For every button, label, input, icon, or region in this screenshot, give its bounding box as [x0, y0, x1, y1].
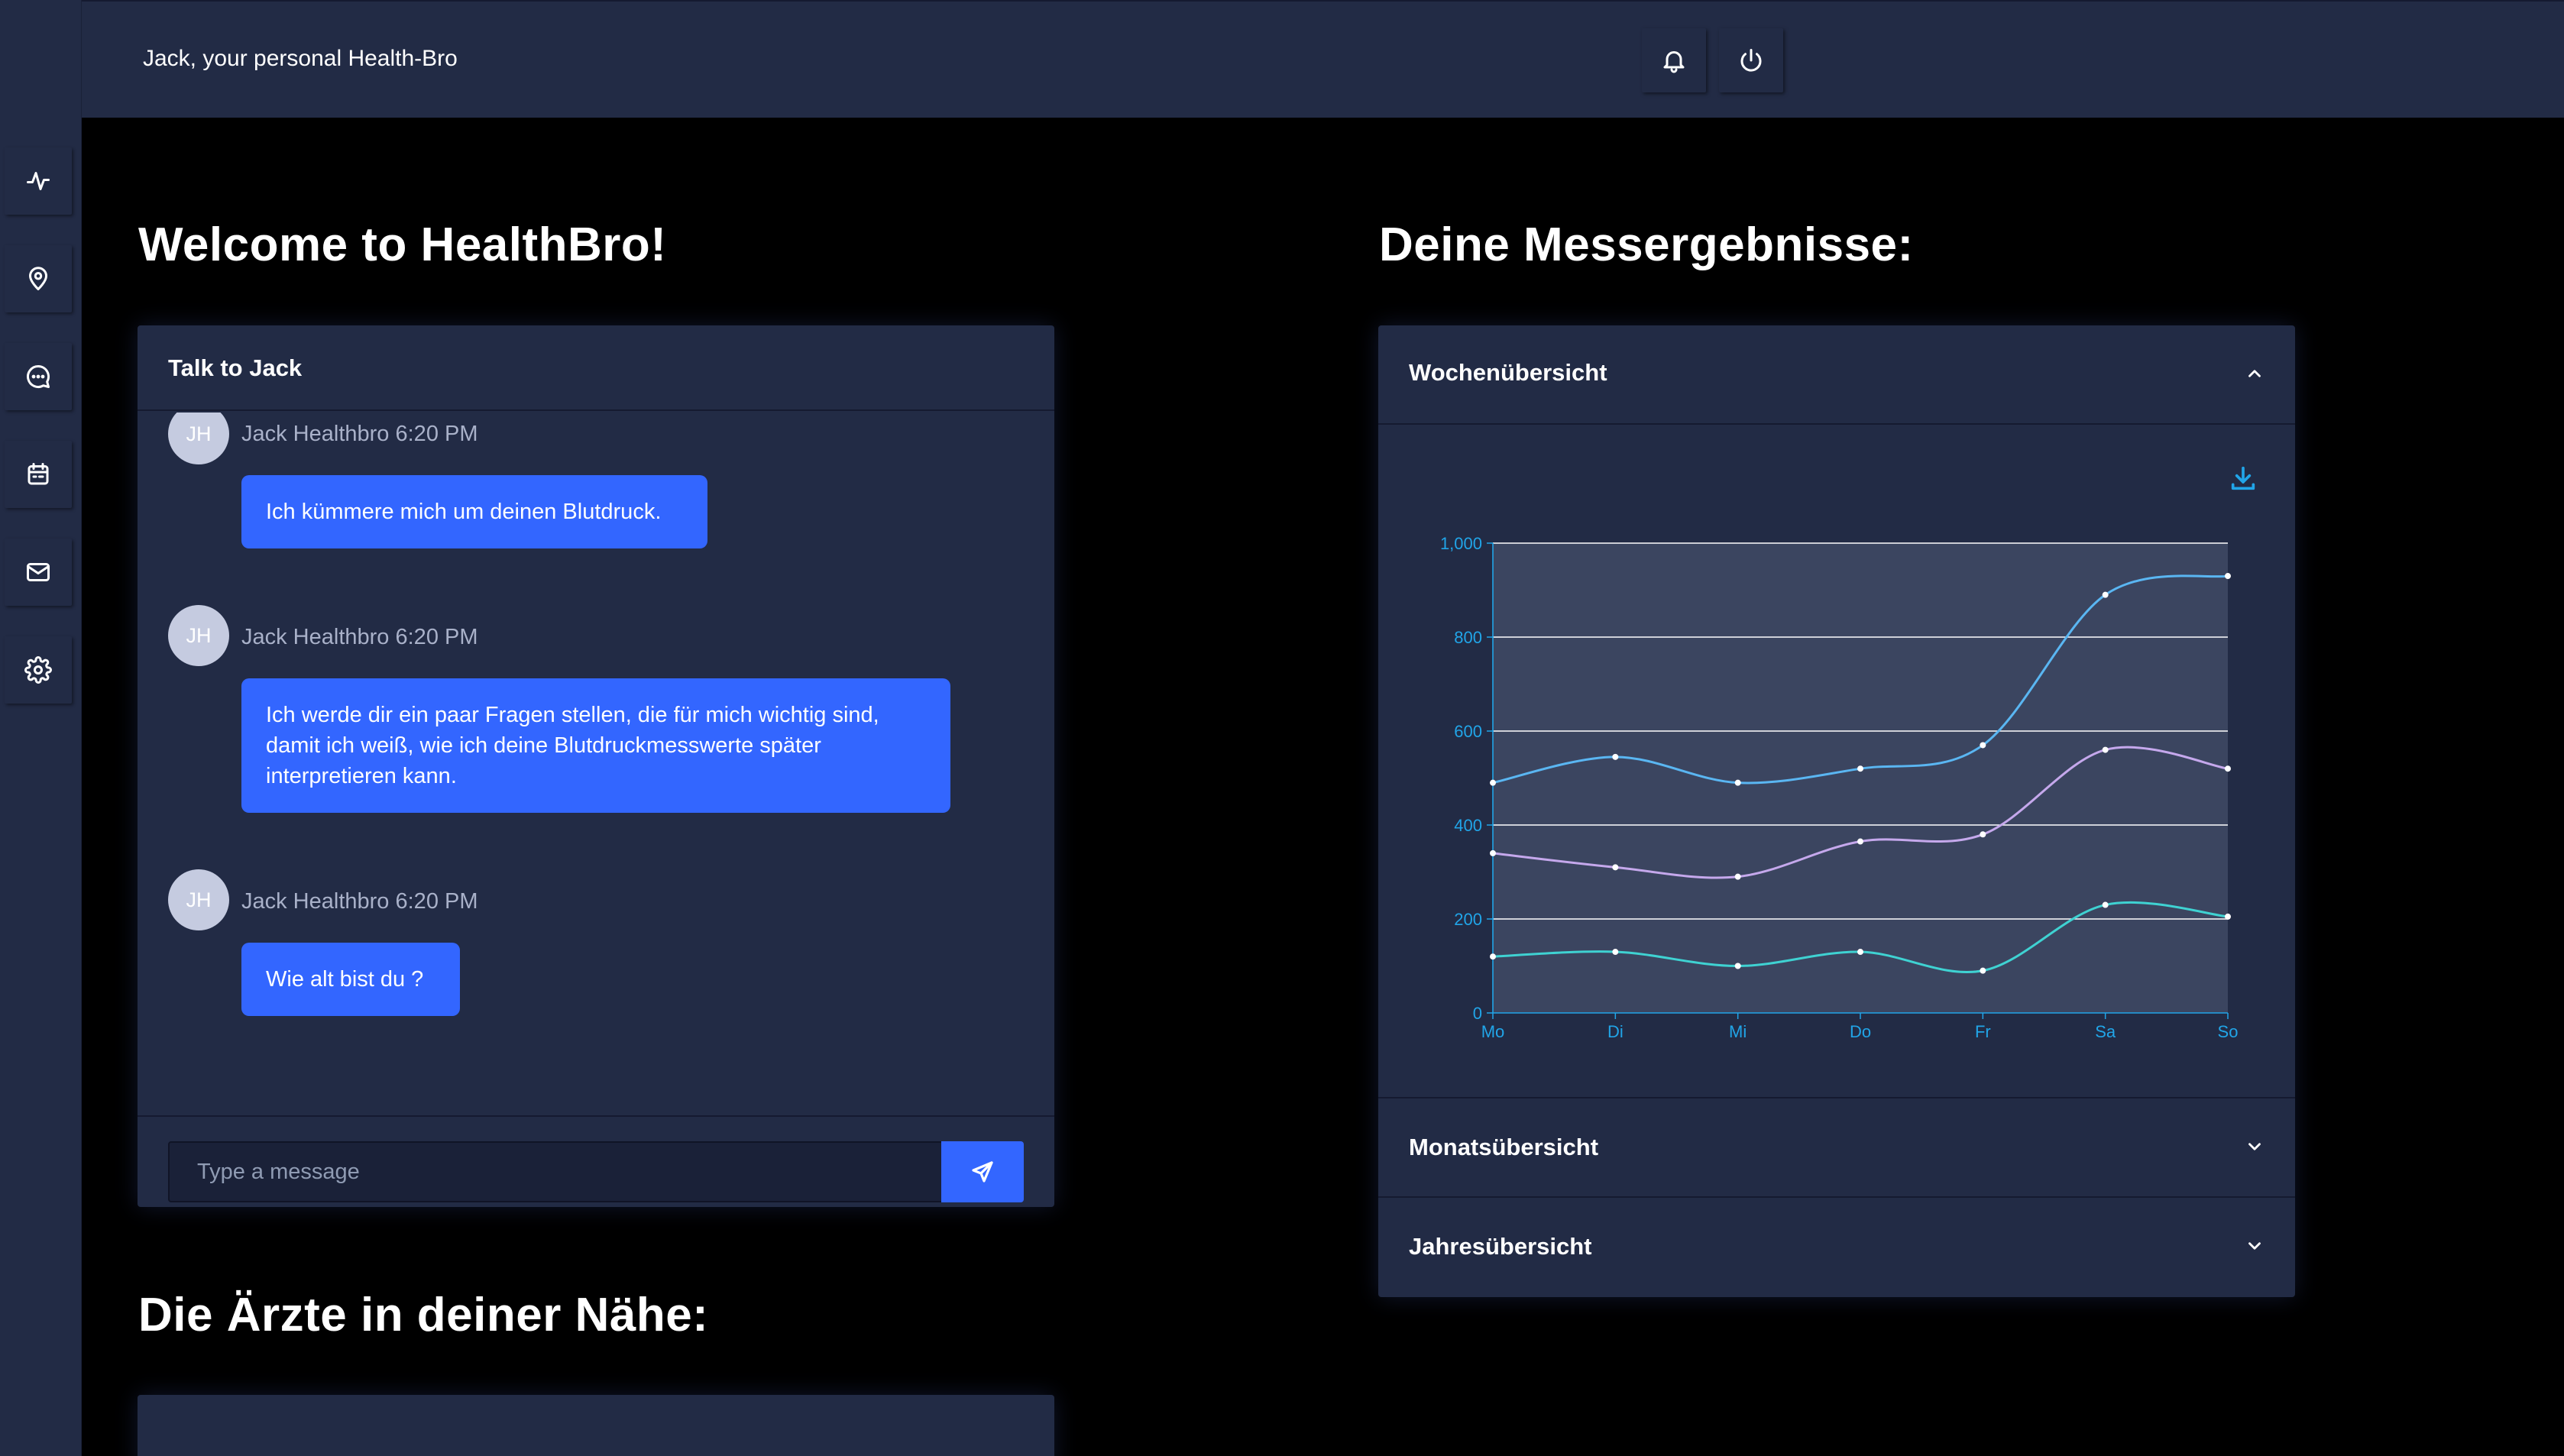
- data-point: [1490, 849, 1496, 856]
- data-point: [1612, 753, 1619, 760]
- message-time: 6:20 PM: [395, 422, 478, 446]
- sidebar-item-map[interactable]: [5, 245, 72, 312]
- calendar-icon: [28, 463, 49, 485]
- x-tick-label: Fr: [1975, 1022, 1991, 1041]
- sidebar-item-mail[interactable]: [5, 539, 72, 606]
- data-point: [1857, 949, 1863, 956]
- chat-messages[interactable]: JH Jack Healthbro 6:20 PM Ich kümmere mi…: [138, 413, 1054, 1115]
- accordion-title: Jahresübersicht: [1409, 1233, 1592, 1260]
- sidebar: [0, 0, 82, 1456]
- message-meta: Jack Healthbro 6:20 PM: [241, 422, 478, 447]
- send-icon: [972, 1161, 993, 1183]
- data-point: [1612, 864, 1619, 871]
- y-tick-label: 200: [1454, 910, 1482, 929]
- avatar: JH: [168, 869, 229, 930]
- sidebar-item-activity[interactable]: [5, 147, 72, 215]
- message-time: 6:20 PM: [395, 625, 478, 649]
- message-bubble: Ich werde dir ein paar Fragen stellen, d…: [241, 678, 950, 813]
- data-point: [1980, 831, 1986, 838]
- chat-card: Talk to Jack JH Jack Healthbro 6:20 PM I…: [138, 325, 1054, 1207]
- message-sender: Jack Healthbro: [241, 422, 390, 446]
- x-tick-label: Sa: [2095, 1022, 2116, 1041]
- data-point: [1857, 765, 1863, 772]
- accordion-header-month[interactable]: Monatsübersicht: [1378, 1098, 2295, 1198]
- message-meta: Jack Healthbro 6:20 PM: [241, 625, 478, 650]
- message-sender: Jack Healthbro: [241, 625, 390, 649]
- data-point: [1857, 838, 1863, 845]
- data-point: [2225, 765, 2231, 772]
- y-tick-label: 1,000: [1440, 534, 1482, 553]
- message-bubble: Wie alt bist du ?: [241, 943, 460, 1016]
- data-point: [2102, 591, 2109, 598]
- week-panel-body: 0 200 400 600 800 1,000 Mo Di Mi Do Fr Sa So: [1378, 425, 2295, 1098]
- message-input[interactable]: [168, 1141, 944, 1202]
- logout-button[interactable]: [1719, 28, 1783, 92]
- data-point: [2225, 573, 2231, 580]
- data-point: [1612, 949, 1619, 956]
- data-point: [1734, 963, 1741, 969]
- sidebar-item-chat[interactable]: [5, 343, 72, 410]
- map-pin-icon: [29, 267, 47, 290]
- top-header: Jack, your personal Health-Bro: [82, 0, 2564, 118]
- y-tick-label: 0: [1473, 1004, 1482, 1023]
- accordion-header-week[interactable]: Wochenübersicht: [1378, 325, 2295, 425]
- avatar: JH: [168, 605, 229, 666]
- sidebar-item-settings[interactable]: [5, 636, 72, 704]
- settings-icon: [24, 656, 52, 684]
- plot-area: [1493, 543, 2228, 1013]
- welcome-heading: Welcome to HealthBro!: [138, 218, 667, 271]
- x-tick-label: So: [2218, 1022, 2239, 1041]
- results-accordion: Wochenübersicht 0 200 400 600 800 1,000 Mo Di Mi…: [1378, 325, 2295, 1297]
- message-meta: Jack Healthbro 6:20 PM: [241, 889, 478, 914]
- send-button[interactable]: [941, 1141, 1024, 1202]
- week-chart: 0 200 400 600 800 1,000 Mo Di Mi Do Fr Sa So: [1440, 534, 2239, 1041]
- data-point: [2102, 901, 2109, 908]
- x-tick-label: Mo: [1481, 1022, 1505, 1041]
- x-tick-label: Di: [1607, 1022, 1624, 1041]
- y-tick-label: 600: [1454, 722, 1482, 741]
- data-point: [1980, 742, 1986, 749]
- bell-icon: [1663, 51, 1685, 73]
- message-bubble: Ich kümmere mich um deinen Blutdruck.: [241, 475, 707, 548]
- doctors-card: [138, 1395, 1054, 1456]
- chevron-down-icon: [2245, 1137, 2265, 1157]
- accordion-title: Wochenübersicht: [1409, 359, 1607, 386]
- app-title: Jack, your personal Health-Bro: [143, 46, 458, 71]
- mail-icon: [27, 563, 50, 581]
- notifications-button[interactable]: [1642, 28, 1706, 92]
- data-point: [1490, 779, 1496, 786]
- chevron-down-icon: [2245, 1236, 2265, 1256]
- data-point: [1490, 953, 1496, 960]
- chat-title: Talk to Jack: [168, 354, 303, 381]
- message-sender: Jack Healthbro: [241, 889, 390, 914]
- activity-icon: [27, 172, 50, 190]
- data-point: [1980, 967, 1986, 974]
- x-tick-label: Mi: [1729, 1022, 1747, 1041]
- data-point: [1734, 779, 1741, 786]
- x-tick-label: Do: [1850, 1022, 1871, 1041]
- results-heading: Deine Messergebnisse:: [1379, 218, 1914, 271]
- message-icon: [27, 365, 50, 388]
- sidebar-item-calendar[interactable]: [5, 441, 72, 508]
- chevron-up-icon: [2245, 364, 2265, 383]
- y-tick-label: 400: [1454, 816, 1482, 835]
- avatar: JH: [168, 413, 229, 464]
- accordion-title: Monatsübersicht: [1409, 1134, 1599, 1160]
- y-tick-label: 800: [1454, 628, 1482, 647]
- chat-header: Talk to Jack: [138, 325, 1054, 411]
- accordion-header-year[interactable]: Jahresübersicht: [1378, 1198, 2295, 1297]
- power-icon: [1740, 49, 1762, 72]
- data-point: [2102, 746, 2109, 753]
- data-point: [2225, 913, 2231, 920]
- data-point: [1734, 873, 1741, 880]
- doctors-heading: Die Ärzte in deiner Nähe:: [138, 1289, 709, 1341]
- message-time: 6:20 PM: [395, 889, 478, 914]
- chat-footer: [138, 1115, 1054, 1207]
